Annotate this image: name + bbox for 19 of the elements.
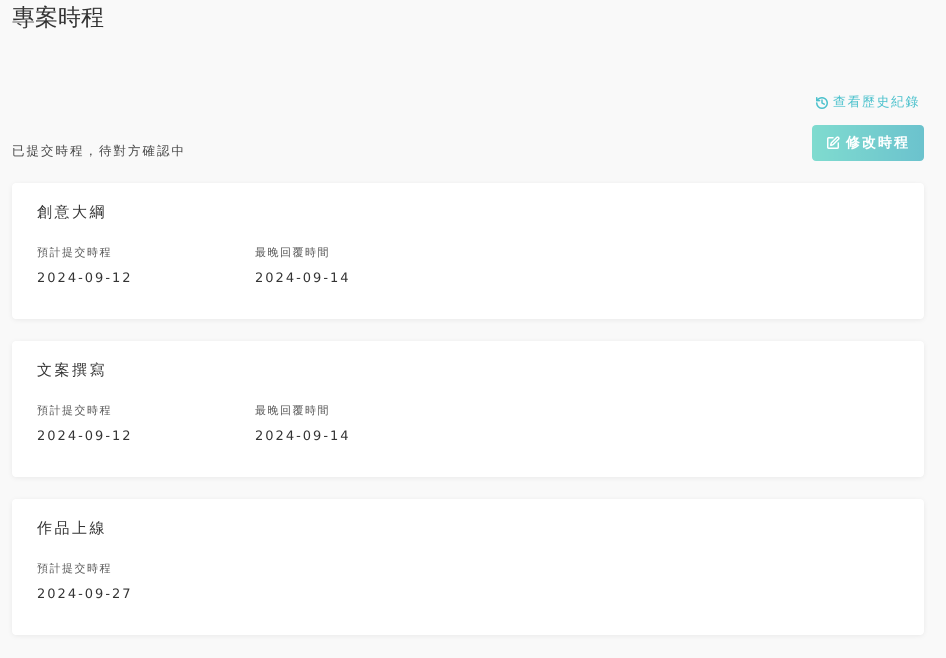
field-value: 2024-09-27 (37, 586, 133, 604)
field-value: 2024-09-12 (37, 428, 133, 446)
edit-icon (826, 136, 840, 150)
page-title: 專案時程 (12, 4, 104, 33)
field-value: 2024-09-14 (255, 428, 351, 446)
milestone-title: 文案撰寫 (37, 360, 107, 381)
history-link[interactable]: 查看歷史紀錄 (815, 94, 920, 112)
field-label: 預計提交時程 (37, 245, 112, 261)
milestone-title: 作品上線 (37, 518, 107, 539)
field-label: 最晚回覆時間 (255, 403, 330, 419)
field-label: 預計提交時程 (37, 561, 112, 577)
edit-schedule-button[interactable]: 修改時程 (812, 125, 924, 161)
status-text: 已提交時程，待對方確認中 (12, 142, 186, 160)
field-label: 最晚回覆時間 (255, 245, 330, 261)
field-label: 預計提交時程 (37, 403, 112, 419)
field-value: 2024-09-14 (255, 270, 351, 288)
milestone-title: 創意大綱 (37, 202, 107, 223)
field-value: 2024-09-12 (37, 270, 133, 288)
history-icon (815, 96, 829, 110)
